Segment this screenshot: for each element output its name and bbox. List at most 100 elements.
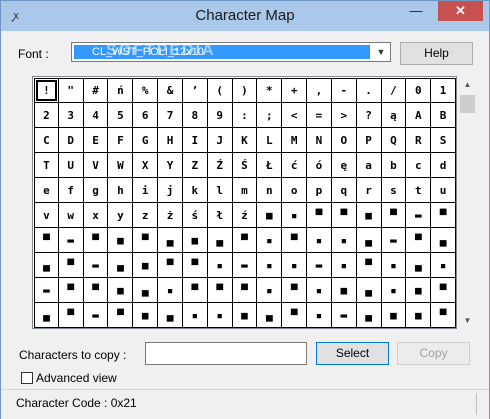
- char-cell[interactable]: *: [257, 78, 283, 103]
- char-cell[interactable]: ▀: [356, 253, 382, 278]
- char-cell[interactable]: =: [307, 103, 332, 128]
- char-cell[interactable]: s: [381, 178, 407, 203]
- char-cell[interactable]: B: [431, 103, 456, 128]
- char-cell[interactable]: o: [282, 178, 308, 203]
- char-cell[interactable]: h: [108, 178, 134, 203]
- char-cell[interactable]: ■: [331, 278, 357, 303]
- char-cell[interactable]: ▬: [34, 278, 59, 303]
- char-cell[interactable]: G: [133, 128, 159, 153]
- char-cell[interactable]: d: [431, 153, 456, 178]
- char-cell[interactable]: R: [406, 128, 432, 153]
- char-cell[interactable]: b: [381, 153, 407, 178]
- char-cell[interactable]: ▪: [257, 278, 283, 303]
- char-cell[interactable]: q: [331, 178, 357, 203]
- char-cell[interactable]: ź: [232, 203, 258, 228]
- char-cell[interactable]: ▬: [307, 253, 332, 278]
- char-cell[interactable]: f: [58, 178, 84, 203]
- char-cell[interactable]: Ł: [257, 153, 283, 178]
- char-cell[interactable]: l: [207, 178, 233, 203]
- char-cell[interactable]: ó: [307, 153, 332, 178]
- char-cell[interactable]: ▀: [83, 228, 109, 253]
- char-cell[interactable]: ▀: [381, 203, 407, 228]
- char-cell[interactable]: W: [108, 153, 134, 178]
- char-cell[interactable]: &: [158, 78, 183, 103]
- char-cell[interactable]: D: [58, 128, 84, 153]
- advanced-view-checkbox[interactable]: [21, 372, 33, 384]
- char-cell[interactable]: ▄: [34, 253, 59, 278]
- char-cell[interactable]: Ź: [207, 153, 233, 178]
- char-cell[interactable]: u: [431, 178, 456, 203]
- char-cell[interactable]: ▬: [232, 253, 258, 278]
- char-cell[interactable]: ▀: [431, 303, 456, 328]
- char-cell[interactable]: .: [356, 78, 382, 103]
- char-cell[interactable]: ): [232, 78, 258, 103]
- char-cell[interactable]: w: [58, 203, 84, 228]
- char-cell[interactable]: ▪: [431, 253, 456, 278]
- char-cell[interactable]: H: [158, 128, 183, 153]
- close-button[interactable]: ✕: [438, 1, 483, 21]
- char-cell[interactable]: ▪: [307, 278, 332, 303]
- char-cell[interactable]: ■: [108, 228, 134, 253]
- char-cell[interactable]: ą: [381, 103, 407, 128]
- char-cell[interactable]: /: [381, 78, 407, 103]
- select-button[interactable]: Select: [316, 342, 389, 365]
- char-cell[interactable]: p: [307, 178, 332, 203]
- char-cell[interactable]: ▀: [83, 278, 109, 303]
- char-cell[interactable]: ▄: [158, 303, 183, 328]
- char-cell[interactable]: ▄: [406, 253, 432, 278]
- chevron-down-icon[interactable]: ▼: [374, 44, 388, 60]
- char-cell[interactable]: e: [34, 178, 59, 203]
- char-cell[interactable]: ▀: [331, 203, 357, 228]
- char-cell[interactable]: ▀: [282, 228, 308, 253]
- char-cell[interactable]: V: [83, 153, 109, 178]
- char-cell[interactable]: Q: [381, 128, 407, 153]
- char-cell[interactable]: X: [133, 153, 159, 178]
- char-cell[interactable]: t: [406, 178, 432, 203]
- char-cell[interactable]: L: [257, 128, 283, 153]
- char-cell[interactable]: (: [207, 78, 233, 103]
- char-cell[interactable]: ▬: [58, 228, 84, 253]
- char-cell[interactable]: 7: [158, 103, 183, 128]
- char-cell[interactable]: ę: [331, 153, 357, 178]
- char-cell[interactable]: 5: [108, 103, 134, 128]
- char-cell[interactable]: j: [158, 178, 183, 203]
- char-cell[interactable]: %: [133, 78, 159, 103]
- char-cell[interactable]: x: [83, 203, 109, 228]
- char-cell[interactable]: ■: [133, 253, 159, 278]
- char-cell[interactable]: ▬: [331, 303, 357, 328]
- char-cell[interactable]: ▄: [356, 303, 382, 328]
- char-cell[interactable]: P: [356, 128, 382, 153]
- char-cell[interactable]: ▀: [133, 228, 159, 253]
- char-cell[interactable]: ▄: [356, 278, 382, 303]
- char-cell[interactable]: ▀: [58, 253, 84, 278]
- char-cell[interactable]: ▄: [133, 278, 159, 303]
- char-cell[interactable]: ▀: [58, 278, 84, 303]
- char-cell[interactable]: 8: [182, 103, 208, 128]
- char-cell[interactable]: A: [406, 103, 432, 128]
- char-cell[interactable]: I: [182, 128, 208, 153]
- char-cell[interactable]: #: [83, 78, 109, 103]
- char-cell[interactable]: ■: [406, 303, 432, 328]
- char-cell[interactable]: ▀: [282, 303, 308, 328]
- char-cell[interactable]: n: [257, 178, 283, 203]
- char-cell[interactable]: c: [406, 153, 432, 178]
- char-cell[interactable]: Z: [182, 153, 208, 178]
- char-cell[interactable]: 6: [133, 103, 159, 128]
- char-cell[interactable]: ▀: [307, 203, 332, 228]
- char-cell[interactable]: F: [108, 128, 134, 153]
- char-cell[interactable]: ▀: [34, 228, 59, 253]
- char-cell[interactable]: ■: [182, 228, 208, 253]
- char-cell[interactable]: ▄: [207, 228, 233, 253]
- char-cell[interactable]: ▀: [108, 303, 134, 328]
- char-cell[interactable]: ▀: [232, 228, 258, 253]
- title-bar[interactable]: ꭙ Character Map — ✕: [1, 1, 489, 31]
- help-button[interactable]: Help: [400, 42, 473, 65]
- char-cell[interactable]: ▪: [257, 228, 283, 253]
- char-cell[interactable]: ▬: [83, 253, 109, 278]
- char-cell[interactable]: i: [133, 178, 159, 203]
- char-cell[interactable]: -: [331, 78, 357, 103]
- scroll-thumb[interactable]: [460, 95, 475, 113]
- char-cell[interactable]: ▄: [257, 303, 283, 328]
- char-cell[interactable]: ł: [207, 203, 233, 228]
- char-cell[interactable]: ▪: [381, 278, 407, 303]
